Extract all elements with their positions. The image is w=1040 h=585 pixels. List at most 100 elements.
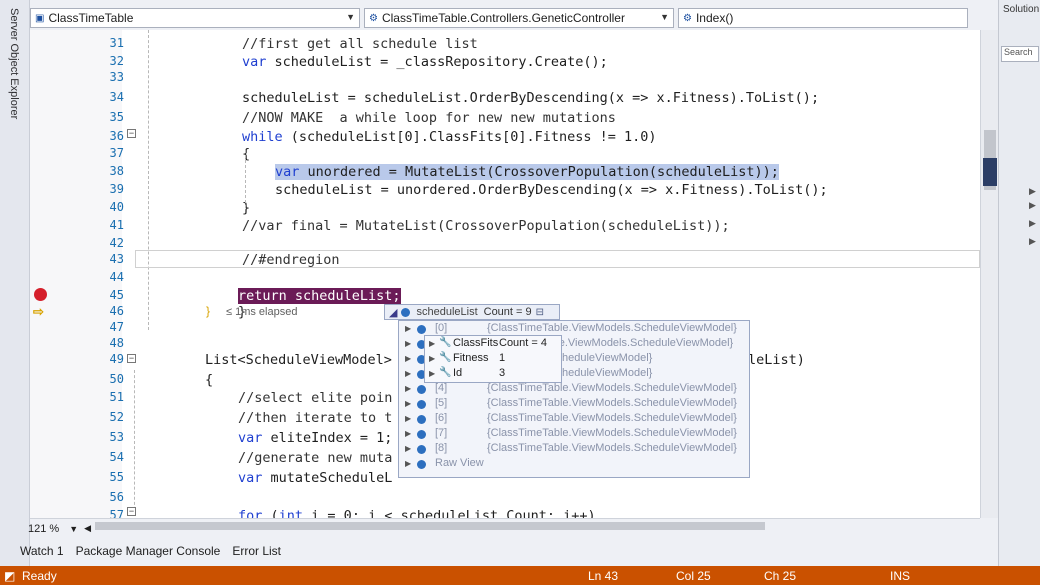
project-dropdown-label: ClassTimeTable [48,11,134,25]
code-line[interactable]: 41 //var final = MutateList(CrossoverPopu… [30,218,980,236]
expand-arrow-icon[interactable]: ▶ [405,429,411,438]
line-number: 33 [109,70,124,84]
code-line[interactable]: 56 [30,490,980,508]
code-line[interactable]: 33 [30,70,980,88]
code-token: //first get all schedule list [242,36,478,52]
code-token: { [242,146,251,162]
code-token: scheduleList = unordered.OrderByDescendi… [275,182,828,198]
status-line: Ln 43 [588,569,619,583]
line-number: 50 [109,372,124,386]
expand-arrow-icon[interactable]: ▶ [429,339,435,348]
scroll-left-icon[interactable]: ◀ [84,523,91,534]
expand-arrow-icon[interactable]: ▶ [405,414,411,423]
datatip-item[interactable]: ▶ Raw View [399,457,749,472]
code-token: unordered = MutateList(CrossoverPopulati… [299,164,779,180]
tab-package-manager-console[interactable]: Package Manager Console [76,544,221,558]
code-token: scheduleList = scheduleList.OrderByDesce… [242,90,820,106]
horizontal-scrollbar-thumb[interactable] [95,522,765,530]
line-number: 37 [109,146,124,160]
expand-arrow-icon[interactable]: ▶ [1029,218,1036,229]
line-number: 57 [109,508,124,518]
collapse-toggle[interactable]: − [127,354,136,363]
project-dropdown[interactable]: ▣ ClassTimeTable ▼ [30,8,360,28]
expand-arrow-icon[interactable]: ▶ [405,399,411,408]
expand-arrow-icon[interactable]: ▶ [405,339,411,348]
expand-arrow-icon[interactable]: ▶ [405,444,411,453]
breakpoint-icon[interactable] [34,288,47,301]
code-editor[interactable]: 31//first get all schedule list 32 var sch… [30,30,980,518]
expand-arrow-icon[interactable]: ▶ [1029,186,1036,197]
status-icon: ◩ [4,569,16,583]
code-line[interactable]: 34 scheduleList = scheduleList.OrderByDes… [30,90,980,108]
server-object-explorer-tab[interactable]: Server Object Explorer [0,0,30,568]
line-number: 39 [109,182,124,196]
code-token: i = 0; i < scheduleList.Count; i++) [303,508,596,518]
expand-arrow-icon[interactable]: ▶ [405,369,411,378]
solution-search-input[interactable]: Search [1001,46,1039,62]
vertical-scrollbar[interactable] [980,30,998,518]
datatip-item[interactable]: ▶ [5] {ClassTimeTable.ViewModels.ScheduleV… [399,397,749,412]
datatip-item-index: [4] [435,382,448,394]
datatip-property[interactable]: ▶ 🔧 Id 3 [425,367,561,382]
status-column: Col 25 [676,569,711,583]
code-line[interactable]: 31 //first get all schedule list [30,36,980,54]
datatip-item-index: [6] [435,412,448,424]
collapse-toggle[interactable]: − [127,129,136,138]
perf-tip-elapsed[interactable]: ≤ 1ms elapsed [226,306,297,318]
line-number: 34 [109,90,124,104]
expand-arrow-icon[interactable]: ▶ [1029,236,1036,247]
server-object-explorer-label: Server Object Explorer [8,8,20,120]
expand-arrow-icon[interactable]: ▶ [429,354,435,363]
datatip-item[interactable]: ▶ [7] {ClassTimeTable.ViewModels.ScheduleV… [399,427,749,442]
code-text: { [205,372,213,388]
expand-icon[interactable]: ◢ [389,306,397,319]
datatip-item[interactable]: ▶ [4] {ClassTimeTable.ViewModels.ScheduleV… [399,382,749,397]
type-dropdown[interactable]: ⚙ ClassTimeTable.Controllers.GeneticCont… [364,8,674,28]
code-line[interactable]: 37 { [30,146,980,164]
tab-error-list[interactable]: Error List [232,544,281,558]
tab-watch-1[interactable]: Watch 1 [20,544,64,558]
member-dropdown[interactable]: ⚙ Index() [678,8,968,28]
code-text: return scheduleList; [238,288,401,304]
zoom-level[interactable]: 121 % [28,523,59,535]
datatip-item-value: {ClassTimeTable.ViewModels.ScheduleViewM… [487,322,737,334]
code-text: //generate new muta [238,450,392,466]
expand-arrow-icon[interactable]: ▶ [405,324,411,333]
indent-guide [134,370,135,515]
code-token: var [238,470,263,486]
code-line[interactable]: 57 for (int i = 0; i < scheduleList.Count… [30,508,980,518]
expand-arrow-icon[interactable]: ▶ [429,369,435,378]
datatip-property[interactable]: ▶ 🔧 Fitness 1 [425,352,561,367]
datatip-header[interactable]: ◢ scheduleList Count = 9 ⊟ [384,304,560,320]
code-line[interactable]: 40} [30,200,980,218]
code-text: //var final = MutateList(CrossoverPopula… [242,218,730,234]
expand-arrow-icon[interactable]: ▶ [405,384,411,393]
pin-icon[interactable]: ⊟ [536,307,544,318]
status-char: Ch 25 [764,569,797,583]
collapse-toggle[interactable]: − [127,507,136,516]
expand-arrow-icon[interactable]: ▶ [405,459,411,468]
datatip-item[interactable]: ▶ [8] {ClassTimeTable.ViewModels.ScheduleV… [399,442,749,457]
current-line-highlight [135,250,980,268]
chevron-down-icon[interactable]: ▼ [69,524,78,534]
line-number: 49 [109,352,124,366]
datatip-item-value: {ClassTimeTable.ViewModels.ScheduleViewM… [487,382,737,394]
code-token: var [242,54,267,70]
property-value: Count = 4 [499,337,548,349]
code-token: ( [262,508,279,518]
datatip-item[interactable]: ▶ [6] {ClassTimeTable.ViewModels.ScheduleV… [399,412,749,427]
datatip-property[interactable]: ▶ 🔧 ClassFits Count = 4 [425,337,561,352]
code-line[interactable]: 44 [30,270,980,288]
expand-arrow-icon[interactable]: ▶ [1029,200,1036,211]
code-line[interactable]: 38 var unordered = MutateList(CrossoverPo… [30,164,980,182]
code-text: var unordered = MutateList(CrossoverPopu… [275,164,779,180]
code-line[interactable]: 39 scheduleList = unordered.OrderByDescen… [30,182,980,200]
object-icon [417,460,426,469]
code-text: //then iterate to t [238,410,392,426]
object-icon [417,400,426,409]
code-token: //select elite poin [238,390,393,406]
code-line[interactable]: 35 //NOW MAKE a while loop for new new mu… [30,110,980,128]
code-line[interactable]: 36 while (scheduleList[0].ClassFits[0].Fi… [30,129,980,147]
property-icon: 🔧 [439,352,452,363]
expand-arrow-icon[interactable]: ▶ [405,354,411,363]
